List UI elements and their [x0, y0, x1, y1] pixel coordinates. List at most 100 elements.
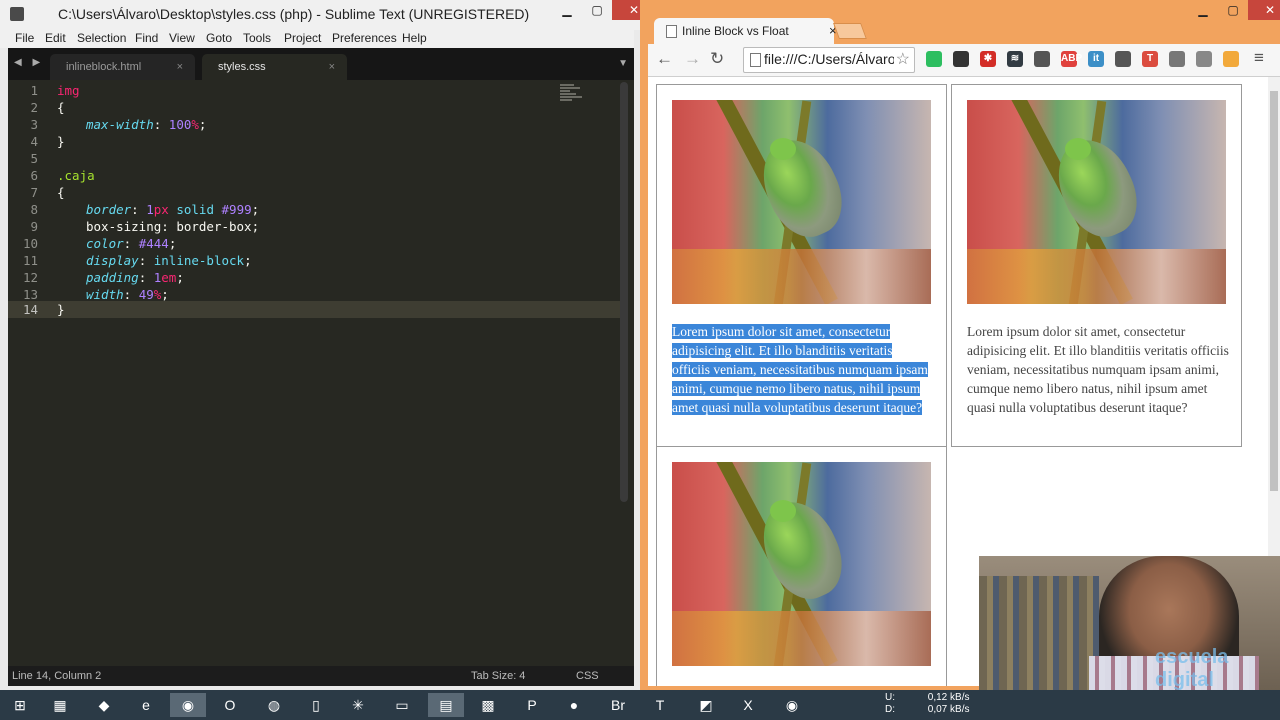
- url-text[interactable]: file:///C:/Users/Álvaro/Desktop/inlinebl…: [764, 51, 894, 67]
- ie-icon[interactable]: e: [128, 693, 164, 717]
- minimize-button[interactable]: ▁: [1188, 0, 1218, 20]
- windows-start-icon[interactable]: ⊞: [2, 693, 38, 717]
- parrot-image: [967, 100, 1226, 304]
- minimize-button[interactable]: ▁: [552, 0, 582, 20]
- opera-icon[interactable]: O: [212, 693, 248, 717]
- close-button[interactable]: ✕: [1248, 0, 1280, 20]
- windows-apps-icon[interactable]: ▩: [470, 693, 506, 717]
- adblock-icon[interactable]: ABP: [1061, 51, 1082, 67]
- asterisk-icon[interactable]: ✳: [340, 693, 376, 717]
- firefox-icon[interactable]: ◍: [256, 693, 292, 717]
- tab-inlineblock-html[interactable]: inlineblock.html ×: [50, 54, 195, 80]
- sublime-app-icon[interactable]: [10, 7, 24, 21]
- chrome-ext-icon[interactable]: [953, 51, 969, 67]
- line-number: 11: [22, 253, 38, 268]
- folder-icon[interactable]: ▭: [384, 693, 420, 717]
- code-line: 3 max-width: 100%;: [8, 116, 628, 133]
- tools-icon[interactable]: [1115, 51, 1131, 67]
- maximize-button[interactable]: ▢: [1218, 0, 1248, 20]
- caja-text: Lorem ipsum dolor sit amet, consectetur …: [967, 324, 1229, 415]
- upload-speed: 0,12 kB/s: [927, 692, 970, 703]
- menu-help[interactable]: Help: [402, 31, 427, 45]
- css-keyword: solid: [176, 202, 214, 217]
- caja-box-2: Lorem ipsum dolor sit amet, consectetur …: [951, 84, 1242, 447]
- todoist-icon[interactable]: T: [1142, 51, 1158, 67]
- new-tab-button[interactable]: [833, 23, 867, 39]
- back-button[interactable]: ←: [656, 49, 673, 69]
- code-editor[interactable]: 1 img 2{ 3 max-width: 100%; 4} 5 6 .caja 7{…: [8, 80, 634, 666]
- sublime-window: C:\Users\Álvaro\Desktop\styles.css (php)…: [0, 0, 656, 690]
- forward-button[interactable]: →: [684, 49, 701, 69]
- css-number: 1: [146, 202, 154, 217]
- maximize-button[interactable]: ▢: [582, 0, 612, 20]
- css-selector: img: [57, 83, 80, 98]
- tab-size-setting[interactable]: Tab Size: 4: [471, 666, 525, 686]
- puzzle-icon[interactable]: [1034, 51, 1050, 67]
- code-line: 7{: [8, 184, 628, 201]
- tab-close-icon[interactable]: ×: [329, 54, 335, 80]
- css-property: width: [86, 287, 124, 302]
- apps-icon[interactable]: ▦: [42, 693, 78, 717]
- tab-scroll-arrows[interactable]: ◀ ▶: [14, 57, 44, 68]
- menu-preferences[interactable]: Preferences: [332, 31, 397, 45]
- code-line: 4}: [8, 133, 628, 150]
- line-number: 8: [30, 202, 38, 217]
- pocket-icon[interactable]: [1169, 51, 1185, 67]
- scoopit-icon[interactable]: it: [1088, 51, 1104, 67]
- lastpass-icon[interactable]: ✱: [980, 51, 996, 67]
- powerpoint-icon[interactable]: P: [514, 693, 550, 717]
- css-unit: %: [191, 117, 199, 132]
- chrome-icon[interactable]: ◉: [170, 693, 206, 717]
- sublime-icon[interactable]: ▤: [428, 693, 464, 717]
- css-number: 100: [168, 117, 192, 132]
- cursor-position: Line 14, Column 2: [12, 670, 102, 682]
- tab-dropdown-icon[interactable]: ▼: [618, 58, 628, 69]
- chrome-tab-strip: Inline Block vs Float × ▁ ▢ ✕: [640, 0, 1280, 44]
- sublime-tab-bar: ◀ ▶ inlineblock.html × styles.css × ▼: [8, 48, 634, 80]
- bookshelf: [979, 576, 1099, 690]
- line-number: 6: [30, 168, 38, 183]
- browser-tab[interactable]: Inline Block vs Float ×: [654, 18, 837, 44]
- address-bar[interactable]: file:///C:/Users/Álvaro/Desktop/inlinebl…: [743, 47, 915, 73]
- tab-styles-css[interactable]: styles.css ×: [202, 54, 347, 80]
- evernote-icon[interactable]: [926, 51, 942, 67]
- app-green-icon[interactable]: ◆: [86, 693, 122, 717]
- menu-project[interactable]: Project: [284, 31, 321, 45]
- off-icon[interactable]: [1223, 51, 1239, 67]
- menu-file[interactable]: File: [15, 31, 34, 45]
- syntax-setting[interactable]: CSS: [576, 666, 599, 686]
- minimap[interactable]: [560, 83, 588, 107]
- line-number: 14: [22, 302, 38, 317]
- menu-edit[interactable]: Edit: [45, 31, 66, 45]
- css-brace: {: [57, 185, 65, 200]
- menu-goto[interactable]: Goto: [206, 31, 232, 45]
- menu-selection[interactable]: Selection: [77, 31, 126, 45]
- gmail-icon[interactable]: [1196, 51, 1212, 67]
- code-line: 10 color: #444;: [8, 235, 628, 252]
- todoist-icon[interactable]: T: [642, 693, 678, 717]
- line-number: 4: [30, 134, 38, 149]
- bridge-icon[interactable]: Br: [600, 693, 636, 717]
- bookmark-star-icon[interactable]: ☆: [896, 49, 910, 69]
- reload-button[interactable]: ↻: [710, 49, 724, 69]
- editor-scrollbar[interactable]: [620, 82, 628, 502]
- network-speed-tray: U: 0,12 kB/s D: 0,07 kB/s: [885, 692, 969, 716]
- line-number: 3: [30, 117, 38, 132]
- code-line-current: 14}: [8, 301, 628, 318]
- parrot-image: [672, 462, 931, 666]
- webcam-overlay: escuela digital: [979, 556, 1280, 690]
- phone-icon[interactable]: ▯: [298, 693, 334, 717]
- menu-tools[interactable]: Tools: [243, 31, 271, 45]
- buffer-icon[interactable]: ≋: [1007, 51, 1023, 67]
- tab-close-icon[interactable]: ×: [177, 54, 183, 80]
- chrome-menu-icon[interactable]: ≡: [1254, 48, 1264, 68]
- camtasia-icon[interactable]: ◩: [688, 693, 724, 717]
- menu-find[interactable]: Find: [135, 31, 158, 45]
- menu-view[interactable]: View: [169, 31, 195, 45]
- code-line: 12 padding: 1em;: [8, 269, 628, 286]
- skype-icon[interactable]: ●: [556, 693, 592, 717]
- css-value: border-box: [176, 219, 252, 234]
- css-class-selector: .caja: [57, 168, 95, 183]
- chrome2-icon[interactable]: ◉: [774, 693, 810, 717]
- excel-icon[interactable]: X: [730, 693, 766, 717]
